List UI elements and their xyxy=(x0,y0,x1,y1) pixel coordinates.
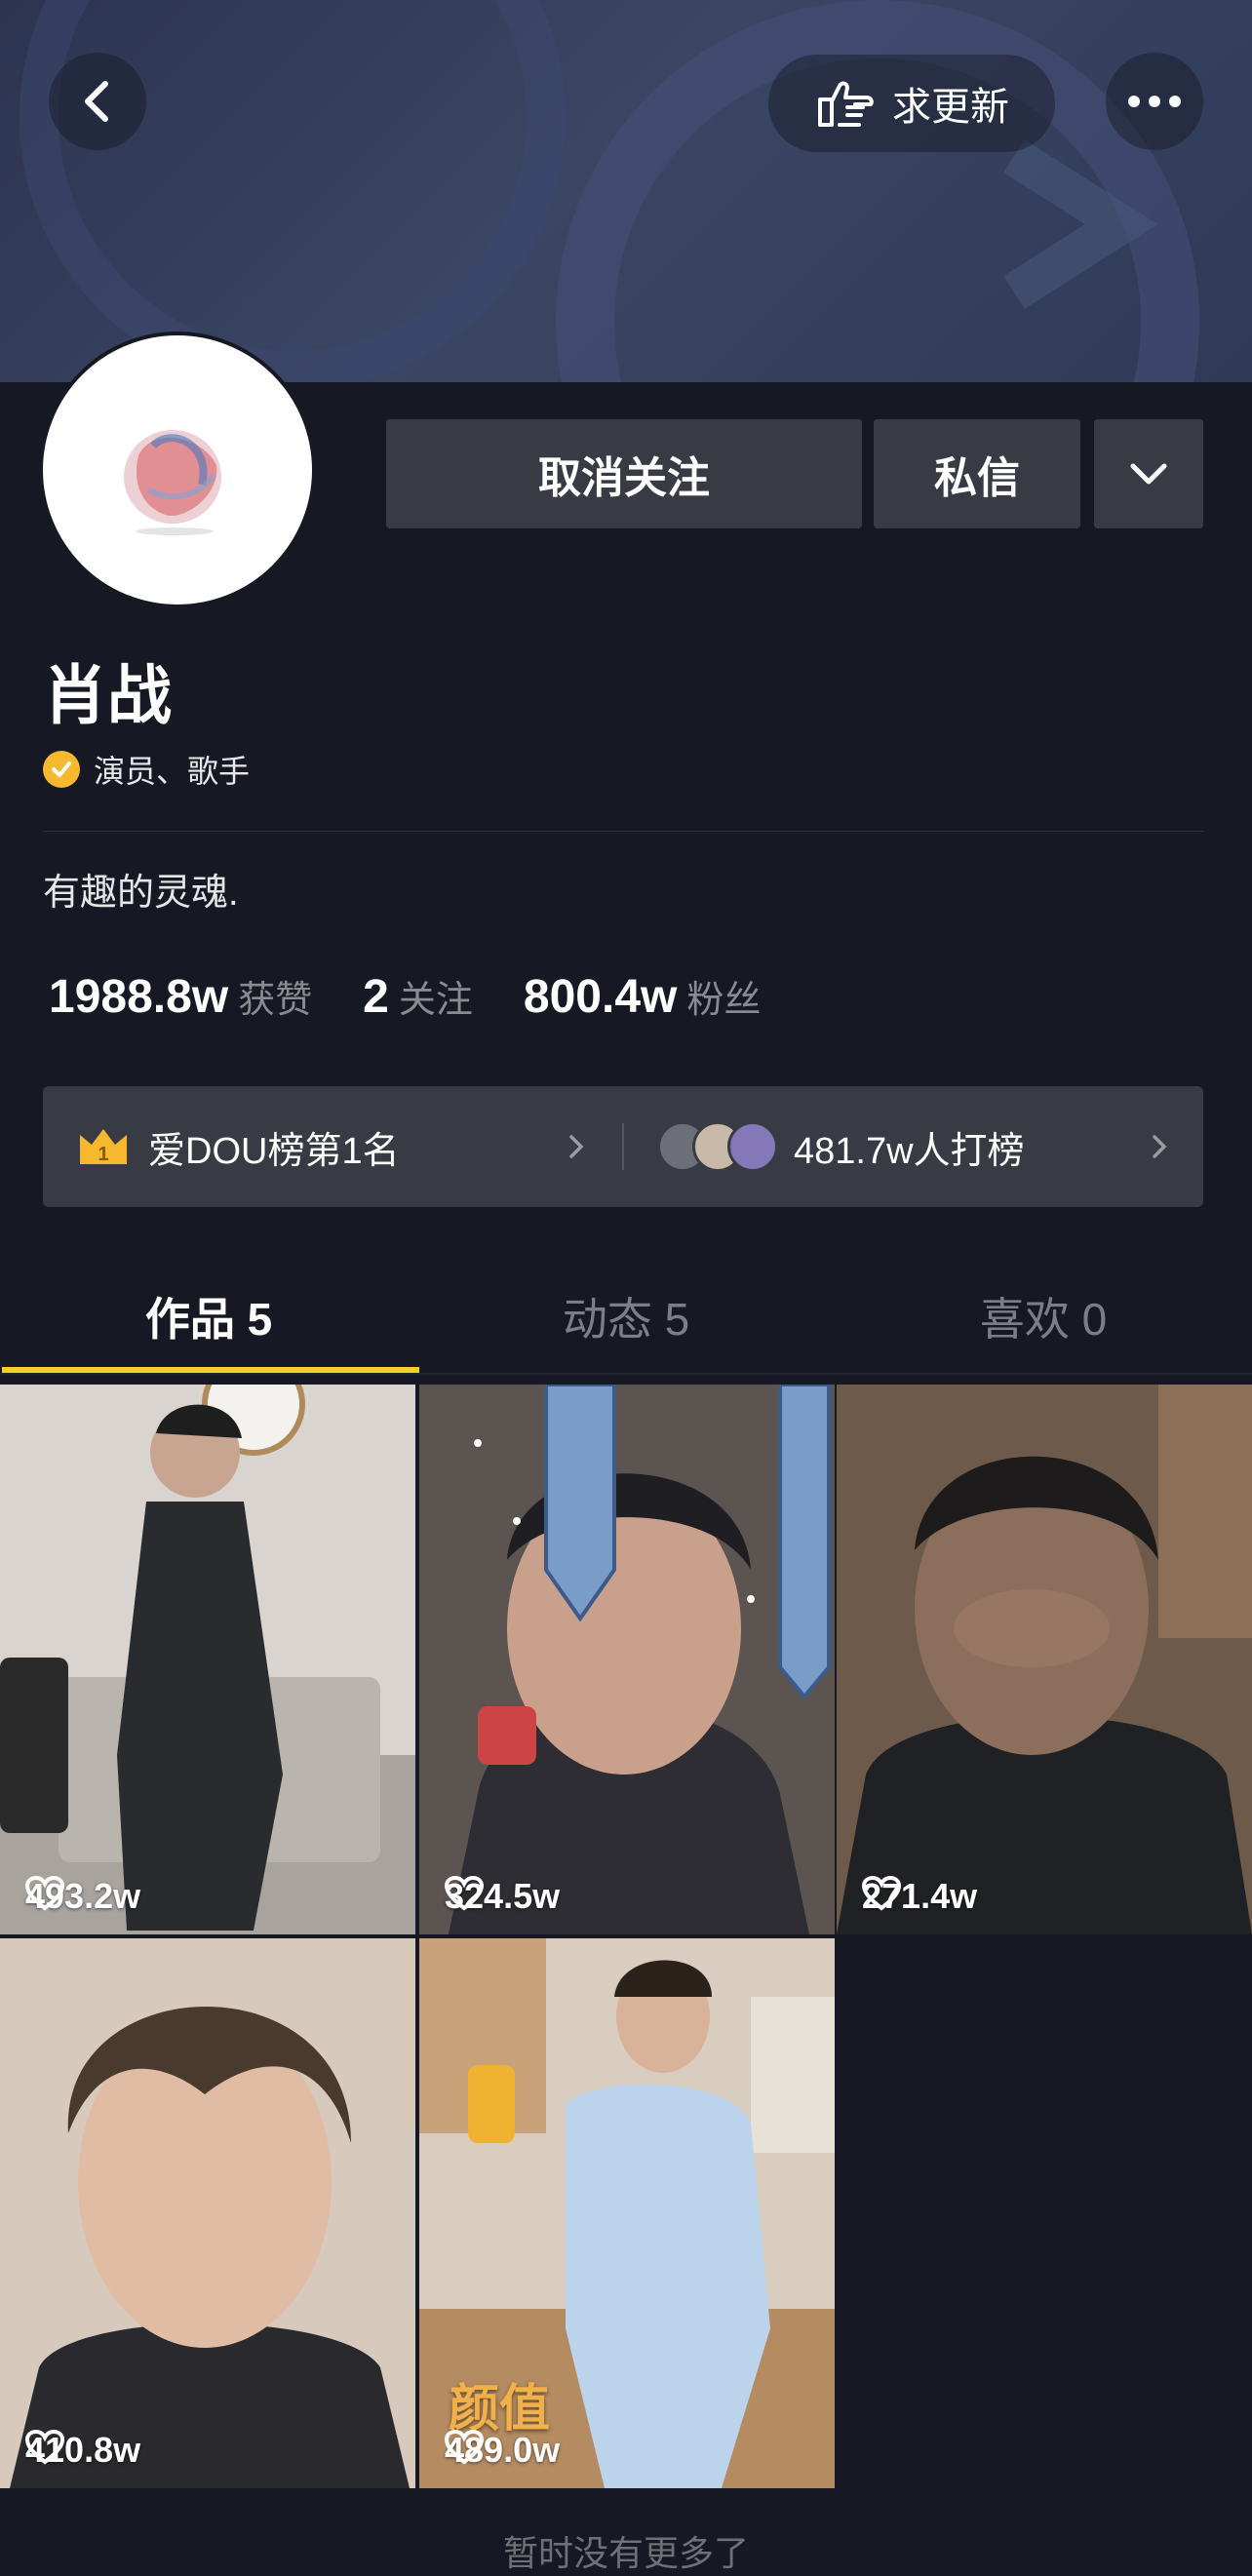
chevron-left-icon xyxy=(85,81,108,122)
followers-label[interactable]: 粉丝 xyxy=(686,969,761,1023)
video-thumbnail-image xyxy=(0,1385,415,1934)
video-thumbnail-image xyxy=(0,1938,415,2488)
dropdown-button[interactable] xyxy=(1094,419,1203,528)
ellipsis-icon xyxy=(1128,96,1181,107)
request-update-label: 求更新 xyxy=(892,86,1009,129)
voter-avatars xyxy=(657,1121,778,1172)
crown-number: 1 xyxy=(98,1144,108,1165)
stats-row: 1988.8w 获赞 2 关注 800.4w 粉丝 xyxy=(49,969,811,1024)
video-likes: 410.8w xyxy=(25,2430,140,2471)
chevron-down-icon xyxy=(1130,463,1167,485)
request-update-button[interactable]: 求更新 xyxy=(768,55,1055,152)
verified-info: 演员、歌手 xyxy=(43,747,250,792)
video-likes: 489.0w xyxy=(445,2430,560,2471)
video-thumbnail[interactable]: 410.8w xyxy=(0,1938,415,2488)
content-tabs: 作品 5 动态 5 喜欢 0 xyxy=(0,1258,1252,1375)
profile-name: 肖战 xyxy=(43,659,172,731)
heart-icon xyxy=(445,2430,484,2465)
following-label[interactable]: 关注 xyxy=(399,969,473,1023)
video-likes: 324.5w xyxy=(445,1876,560,1917)
heart-icon xyxy=(25,2430,64,2465)
voters-entry[interactable]: 481.7w人打榜 xyxy=(657,1086,1025,1207)
voters-label: 481.7w人打榜 xyxy=(794,1130,1025,1172)
check-badge-icon xyxy=(43,751,80,788)
tab-likes[interactable]: 喜欢 0 xyxy=(835,1258,1252,1375)
avatar[interactable] xyxy=(39,332,316,608)
pointing-hand-icon xyxy=(818,81,874,127)
heart-icon xyxy=(862,1876,901,1911)
crown-icon: 1 xyxy=(80,1129,127,1165)
video-thumbnail-image xyxy=(419,1385,835,1934)
video-thumbnail[interactable]: 颜值 489.0w xyxy=(419,1938,835,2488)
end-of-list-text: 暂时没有更多了 xyxy=(502,2533,749,2573)
banner-pattern xyxy=(20,0,1199,382)
video-thumbnail[interactable]: 493.2w xyxy=(0,1385,415,1934)
tab-moments[interactable]: 动态 5 xyxy=(417,1258,835,1375)
rank-entry[interactable]: 1 爱DOU榜第1名 xyxy=(78,1086,400,1207)
bio: 有趣的灵魂. xyxy=(43,873,239,914)
video-thumbnail-image xyxy=(837,1385,1252,1934)
rank-chevron-icon xyxy=(567,1086,585,1207)
verified-label: 演员、歌手 xyxy=(94,754,251,789)
message-button[interactable]: 私信 xyxy=(874,419,1080,528)
voter-avatar xyxy=(727,1121,778,1172)
rank-label: 爱DOU榜第1名 xyxy=(148,1130,400,1172)
video-thumbnail[interactable]: 324.5w xyxy=(419,1385,835,1934)
video-likes: 493.2w xyxy=(25,1876,140,1917)
avatar-heart-image xyxy=(124,430,221,535)
video-thumbnail[interactable]: 271.4w xyxy=(837,1385,1252,1934)
active-tab-indicator xyxy=(2,1367,419,1373)
profile-banner xyxy=(0,0,1252,382)
rank-bar: 1 爱DOU榜第1名 481.7w人打榜 xyxy=(43,1086,1203,1207)
rank-separator xyxy=(622,1123,624,1170)
heart-icon xyxy=(445,1876,484,1911)
voters-chevron-icon xyxy=(1151,1086,1168,1207)
more-button[interactable] xyxy=(1106,53,1203,150)
tab-works[interactable]: 作品 5 xyxy=(0,1258,417,1375)
heart-icon xyxy=(25,1876,64,1911)
followers-count[interactable]: 800.4w xyxy=(524,970,677,1024)
likes-count: 1988.8w xyxy=(49,971,229,1023)
unfollow-button[interactable]: 取消关注 xyxy=(386,419,862,528)
tab-rule xyxy=(0,1373,1252,1375)
following-count[interactable]: 2 xyxy=(363,970,389,1024)
back-button[interactable] xyxy=(49,53,146,150)
video-likes: 271.4w xyxy=(862,1876,977,1917)
divider xyxy=(43,831,1203,832)
likes-label: 获赞 xyxy=(238,980,313,1021)
